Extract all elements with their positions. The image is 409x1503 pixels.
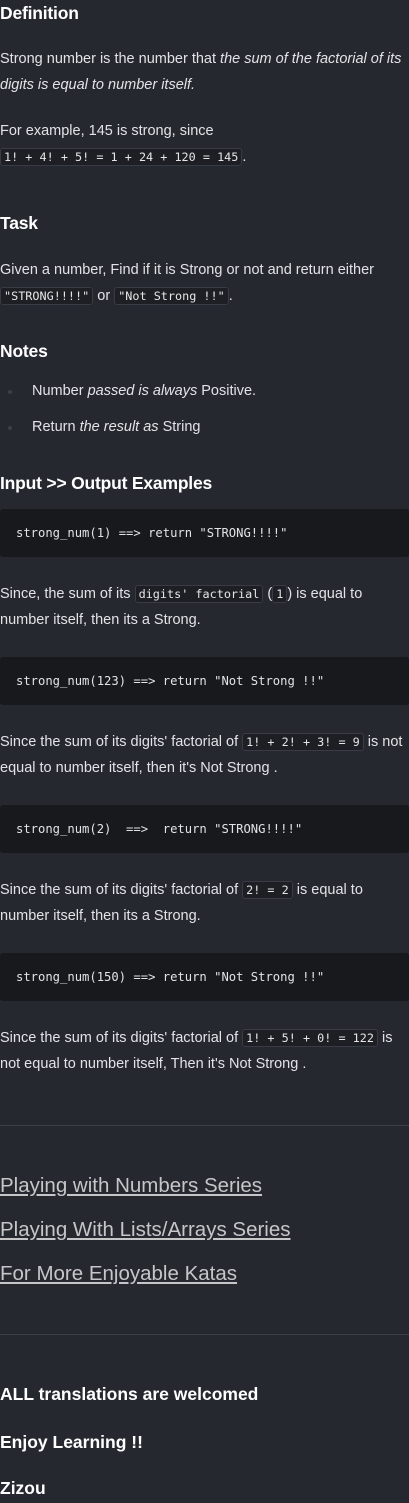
explanation-text: Since the sum of its digits' factorial o… [0,882,243,898]
example-text: For example, 145 is strong, since [0,123,214,139]
note-item: Number passed is always Positive. [0,378,409,414]
inline-code: 1! + 2! + 3! = 9 [242,733,364,751]
translations-welcome: ALL translations are welcomed [0,1384,259,1404]
explanation-text: Since the sum of its digits' factorial o… [0,734,243,750]
task-code-not-strong: "Not Strong !!" [114,287,229,305]
task-text: Given a number, Find if it is Strong or … [0,262,374,278]
example-end: . [242,149,247,165]
link-playing-with-lists[interactable]: Playing With Lists/Arrays Series [0,1217,409,1243]
note-text: Return [32,419,80,435]
explanation-text: ( [263,586,273,602]
task-or: or [93,288,115,304]
code-block-example-2: strong_num(123) ==> return "Not Strong !… [0,657,409,705]
note-emphasis: the result as [79,419,159,435]
example-4-explanation: Since the sum of its digits' factorial o… [0,1025,409,1077]
explanation-text: Since the sum of its digits' factorial o… [0,1030,243,1046]
bullet-icon [8,390,12,394]
notes-heading: Notes [0,341,48,361]
inline-code: 1 [272,585,288,603]
notes-list: Number passed is always Positive. Return… [0,378,409,440]
definition-heading: Definition [0,3,79,23]
example-3-explanation: Since the sum of its digits' factorial o… [0,877,409,929]
code-block-example-1: strong_num(1) ==> return "STRONG!!!!" [0,509,409,557]
example-code: 1! + 4! + 5! = 1 + 24 + 120 = 145 [0,148,243,166]
inline-code: 2! = 2 [242,881,293,899]
note-text-end: Positive. [197,383,257,399]
kata-description: Definition Strong number is the number t… [0,0,409,1503]
code-block-example-3: strong_num(2) ==> return "STRONG!!!!" [0,805,409,853]
inline-code: 1! + 5! + 0! = 122 [242,1029,378,1047]
link-playing-with-numbers[interactable]: Playing with Numbers Series [0,1173,409,1199]
link-more-katas[interactable]: For More Enjoyable Katas [0,1261,409,1287]
author-name: Zizou [0,1478,46,1498]
code-block-example-4: strong_num(150) ==> return "Not Strong !… [0,953,409,1001]
note-item: Return the result as String [0,414,409,440]
example-2-explanation: Since the sum of its digits' factorial o… [0,729,409,781]
divider [0,1334,409,1335]
examples-heading: Input >> Output Examples [0,473,213,493]
definition-text: Strong number is the number that [0,51,221,67]
task-code-strong: "STRONG!!!!" [0,287,94,305]
example-paragraph: For example, 145 is strong, since 1! + 4… [0,118,409,170]
bullet-icon [8,426,12,430]
task-heading: Task [0,213,38,233]
note-emphasis: passed is always [87,383,198,399]
enjoy-learning: Enjoy Learning !! [0,1432,143,1452]
inline-code: digits' factorial [134,585,264,603]
note-text: Number [32,383,88,399]
note-text-end: String [158,419,201,435]
divider [0,1125,409,1126]
task-paragraph: Given a number, Find if it is Strong or … [0,257,409,309]
task-end: . [228,288,233,304]
example-1-explanation: Since, the sum of its digits' factorial … [0,581,409,633]
definition-paragraph: Strong number is the number that the sum… [0,46,409,98]
explanation-text: Since, the sum of its [0,586,135,602]
